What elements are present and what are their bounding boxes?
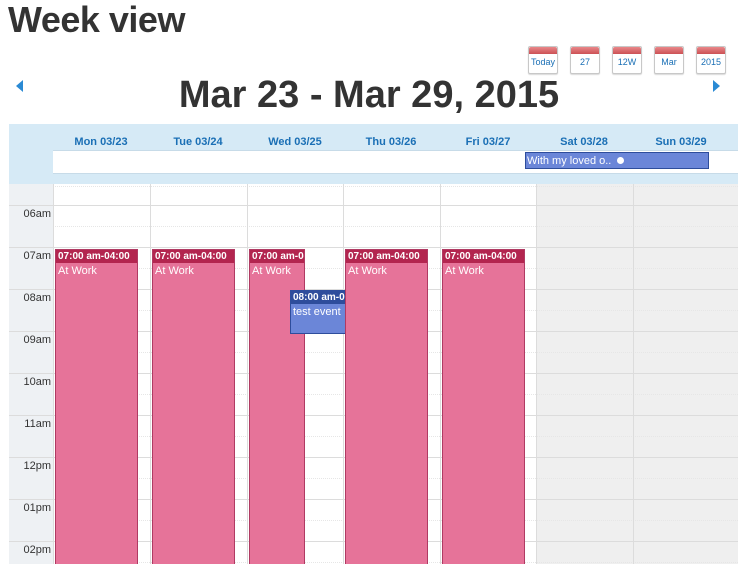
time-label: 06am [23, 208, 51, 220]
day-view-button[interactable]: 27 [570, 46, 600, 74]
time-label: 12pm [23, 460, 51, 472]
event-test-wed[interactable]: 08:00 am-0 test event [290, 290, 346, 334]
day-column-sun[interactable] [633, 184, 634, 564]
day-column-wed[interactable] [247, 184, 248, 564]
event-at-work-tue[interactable]: 07:00 am-04:00 At Work [152, 249, 235, 564]
time-label: 02pm [23, 544, 51, 556]
twelve-week-view-button[interactable]: 12W [612, 46, 642, 74]
day-view-button-label: 27 [579, 57, 590, 67]
day-column-tue[interactable] [150, 184, 151, 564]
month-view-button-label: Mar [661, 57, 677, 67]
day-header-sat[interactable]: Sat 03/28 [536, 136, 632, 148]
event-title: At Work [155, 265, 194, 277]
day-column-thu[interactable] [343, 184, 344, 564]
event-title: At Work [58, 265, 97, 277]
event-at-work-fri[interactable]: 07:00 am-04:00 At Work [442, 249, 525, 564]
event-time: 07:00 am-04:00 [250, 250, 304, 263]
day-header-sun[interactable]: Sun 03/29 [633, 136, 729, 148]
twelve-week-view-button-label: 12W [617, 57, 637, 67]
weekend-shade-sun [633, 184, 738, 564]
week-header: Mon 03/23 Tue 03/24 Wed 03/25 Thu 03/26 … [9, 124, 738, 184]
hour-line [9, 247, 738, 248]
event-time: 08:00 am-0 [291, 291, 345, 304]
page-title: Week view [8, 0, 185, 40]
event-time: 07:00 am-04:00 [153, 250, 234, 263]
half-hour-line [53, 186, 738, 187]
day-column-mon[interactable] [53, 184, 54, 564]
time-label: 10am [23, 376, 51, 388]
time-label: 07am [23, 250, 51, 262]
time-label: 08am [23, 292, 51, 304]
event-time: 07:00 am-04:00 [443, 250, 524, 263]
today-button-label: Today [530, 57, 556, 67]
year-view-button[interactable]: 2015 [696, 46, 726, 74]
day-header-fri[interactable]: Fri 03/27 [440, 136, 536, 148]
week-grid: Mon 03/23 Tue 03/24 Wed 03/25 Thu 03/26 … [9, 124, 738, 564]
day-header-tue[interactable]: Tue 03/24 [150, 136, 246, 148]
day-header-thu[interactable]: Thu 03/26 [343, 136, 439, 148]
month-view-button[interactable]: Mar [654, 46, 684, 74]
day-header-wed[interactable]: Wed 03/25 [247, 136, 343, 148]
day-column-sat[interactable] [536, 184, 537, 564]
date-range-title: Mar 23 - Mar 29, 2015 [178, 74, 560, 116]
time-label: 01pm [23, 502, 51, 514]
view-buttons: Today 27 12W Mar 2015 [528, 46, 726, 74]
time-label: 09am [23, 334, 51, 346]
all-day-event-title: With my loved o.. [527, 155, 612, 167]
event-title: test event [293, 306, 341, 318]
weekend-shade-sat [536, 184, 633, 564]
hour-line [9, 205, 738, 206]
all-day-event[interactable]: With my loved o.. [525, 152, 709, 169]
clock-icon [617, 156, 625, 164]
event-at-work-mon[interactable]: 07:00 am-04:00 At Work [55, 249, 138, 564]
today-button[interactable]: Today [528, 46, 558, 74]
year-view-button-label: 2015 [700, 57, 722, 67]
event-time: 07:00 am-04:00 [56, 250, 137, 263]
day-header-mon[interactable]: Mon 03/23 [53, 136, 149, 148]
event-title: At Work [348, 265, 387, 277]
event-at-work-thu[interactable]: 07:00 am-04:00 At Work [345, 249, 428, 564]
event-time: 07:00 am-04:00 [346, 250, 427, 263]
event-title: At Work [445, 265, 484, 277]
all-day-row: With my loved o.. [53, 150, 738, 174]
day-column-fri[interactable] [440, 184, 441, 564]
time-label: 11am [24, 418, 51, 430]
time-grid: 06am 07am 08am 09am 10am 11am 12pm 01pm … [9, 184, 738, 564]
half-hour-line [53, 226, 738, 227]
event-title: At Work [252, 265, 291, 277]
